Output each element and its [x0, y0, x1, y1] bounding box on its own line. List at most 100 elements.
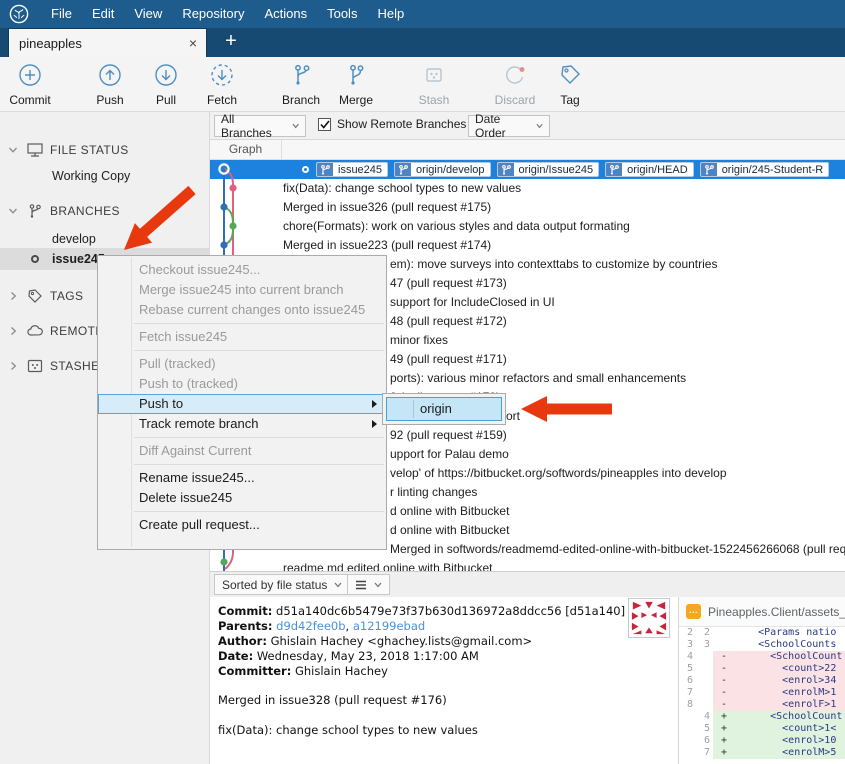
parent-commit-link[interactable]: a12199ebad	[353, 619, 425, 633]
selected-commit-row[interactable]: issue245origin/developorigin/Issue245ori…	[210, 160, 845, 179]
graph-column-header: Graph	[210, 140, 282, 159]
tab-strip: pineapples × +	[0, 28, 845, 57]
tab-close-icon[interactable]: ×	[180, 35, 206, 51]
branch-button[interactable]: Branch	[274, 59, 328, 109]
toolbar-button-label: Commit	[9, 93, 50, 107]
sort-by-dropdown[interactable]: Sorted by file status	[214, 574, 350, 595]
parent-commit-link[interactable]: d9d42fee0b	[276, 619, 345, 633]
order-filter-dropdown[interactable]: Date Order	[468, 115, 550, 137]
parent-links: d9d42fee0b, a12199ebad	[276, 619, 425, 633]
menu-item-track-remote-branch[interactable]: Track remote branch	[98, 414, 386, 434]
menu-actions[interactable]: Actions	[254, 6, 317, 21]
branches-filter-dropdown[interactable]: All Branches	[214, 115, 306, 137]
commit-row[interactable]: d online with Bitbucket	[390, 502, 509, 521]
branch-pill-origin-245-student-r: origin/245-Student-R	[700, 162, 830, 177]
merge-icon	[330, 59, 382, 91]
old-line-number: 6	[679, 675, 696, 687]
commit-row[interactable]: 48 (pull request #172)	[390, 312, 507, 331]
pull-button[interactable]: Pull	[142, 59, 190, 109]
sidebar-item-label: Working Copy	[52, 169, 130, 183]
chevron-down-icon[interactable]	[8, 145, 18, 155]
menu-file[interactable]: File	[41, 6, 82, 21]
branch-icon	[274, 59, 328, 91]
toolbar-button-label: Tag	[560, 93, 579, 107]
menu-edit[interactable]: Edit	[82, 6, 124, 21]
menu-item-delete-issue245[interactable]: Delete issue245	[98, 488, 386, 508]
stash-button: Stash	[408, 59, 460, 109]
pull-icon	[142, 59, 190, 91]
commit-row[interactable]: d online with Bitbucket	[390, 521, 509, 540]
menu-item-diff-against-current: Diff Against Current	[98, 441, 386, 461]
tag-icon	[546, 59, 594, 91]
chevron-down-icon[interactable]	[8, 206, 18, 216]
tag-button[interactable]: Tag	[546, 59, 594, 109]
commit-row[interactable]: ort	[506, 407, 520, 426]
diff-code: <enrolM>1	[734, 687, 836, 699]
menu-tools[interactable]: Tools	[317, 6, 367, 21]
menu-item-label: Fetch issue245	[139, 329, 227, 344]
show-remote-branches-checkbox[interactable]: Show Remote Branches	[318, 117, 466, 131]
commit-row[interactable]: velop' of https://bitbucket.org/softword…	[390, 464, 727, 483]
commit-row[interactable]: 49 (pull request #171)	[390, 350, 507, 369]
menu-item-rename-issue245[interactable]: Rename issue245...	[98, 468, 386, 488]
tab-pineapples[interactable]: pineapples ×	[8, 28, 207, 57]
toolbar-button-label: Push	[96, 93, 123, 107]
commit-row[interactable]: support for IncludeClosed in UI	[390, 293, 555, 312]
new-line-number: 6	[696, 735, 713, 747]
fetch-button[interactable]: Fetch	[196, 59, 248, 109]
chevron-right-icon[interactable]	[8, 326, 18, 336]
menu-item-label: Checkout issue245...	[139, 262, 260, 277]
push-button[interactable]: Push	[86, 59, 134, 109]
new-line-number	[696, 663, 713, 675]
new-tab-button[interactable]: +	[218, 28, 244, 57]
commit-row[interactable]: 92 (pull request #159)	[390, 426, 507, 445]
commit-message-line: Merged in issue328 (pull request #176)	[218, 693, 678, 708]
diff-line-del: 4- <SchoolCount	[679, 651, 845, 663]
new-line-number	[696, 651, 713, 663]
submenu-item-origin[interactable]: origin	[386, 397, 502, 421]
branch-pill-label: issue245	[333, 164, 387, 176]
graph-filter-bar: All Branches Show Remote Branches Date O…	[210, 112, 845, 140]
menu-repository[interactable]: Repository	[172, 6, 254, 21]
sidebar-item-file-status[interactable]: FILE STATUS	[0, 139, 210, 161]
commit-row[interactable]: readme md edited online with Bitbucket	[283, 559, 492, 571]
commit-row[interactable]: 47 (pull request #173)	[390, 274, 507, 293]
diff-marker	[713, 639, 734, 651]
merge-button[interactable]: Merge	[330, 59, 382, 109]
diff-file-header[interactable]: ... Pineapples.Client/assets_loca	[679, 597, 845, 627]
menu-help[interactable]: Help	[367, 6, 414, 21]
commit-row[interactable]: ports): various minor refactors and smal…	[390, 369, 686, 388]
chevron-right-icon[interactable]	[8, 361, 18, 371]
menu-separator	[98, 347, 386, 354]
commit-row[interactable]: Merged in issue326 (pull request #175)	[283, 198, 491, 217]
commit-row[interactable]: chore(Formats): work on various styles a…	[283, 217, 630, 236]
diff-marker: +	[713, 723, 734, 735]
commit-row[interactable]: Merged in issue223 (pull request #174)	[283, 236, 491, 255]
commit-button[interactable]: Commit	[1, 59, 59, 109]
commit-row[interactable]: Merged in softwords/readmemd-edited-onli…	[390, 540, 845, 559]
diff-code: <SchoolCounts	[734, 639, 836, 651]
commit-details-pane: Commit: d51a140dc6b5479e73f37b630d136972…	[210, 597, 678, 764]
sidebar-item-working-copy[interactable]: Working Copy	[0, 165, 210, 187]
old-line-number: 3	[679, 639, 696, 651]
commit-row[interactable]: fix(Data): change school types to new va…	[283, 179, 521, 198]
chevron-right-icon[interactable]	[8, 291, 18, 301]
diff-line-del: 6- <enrol>34	[679, 675, 845, 687]
commit-row[interactable]: em): move surveys into contexttabs to cu…	[390, 255, 717, 274]
menu-item-push-to[interactable]: Push to	[98, 394, 386, 414]
commit-row[interactable]: upport for Palau demo	[390, 445, 509, 464]
menu-separator	[98, 434, 386, 441]
view-options-dropdown[interactable]	[347, 574, 390, 595]
diff-code: <enrol>10	[734, 735, 836, 747]
commit-row[interactable]: minor fixes	[390, 331, 448, 350]
commit-row[interactable]: r linting changes	[390, 483, 477, 502]
file-list-toolbar: Sorted by file status	[210, 571, 845, 597]
menu-view[interactable]: View	[124, 6, 172, 21]
menu-item-create-pull-request[interactable]: Create pull request...	[98, 515, 386, 535]
toolbar-button-label: Merge	[339, 93, 373, 107]
sidebar-item-branches[interactable]: BRANCHES	[0, 200, 210, 222]
menu-item-label: Rebase current changes onto issue245	[139, 302, 365, 317]
sidebar-item-develop[interactable]: develop	[0, 228, 210, 250]
commit-message-line: fix(Data): change school types to new va…	[218, 723, 678, 738]
discard-icon	[486, 59, 544, 91]
